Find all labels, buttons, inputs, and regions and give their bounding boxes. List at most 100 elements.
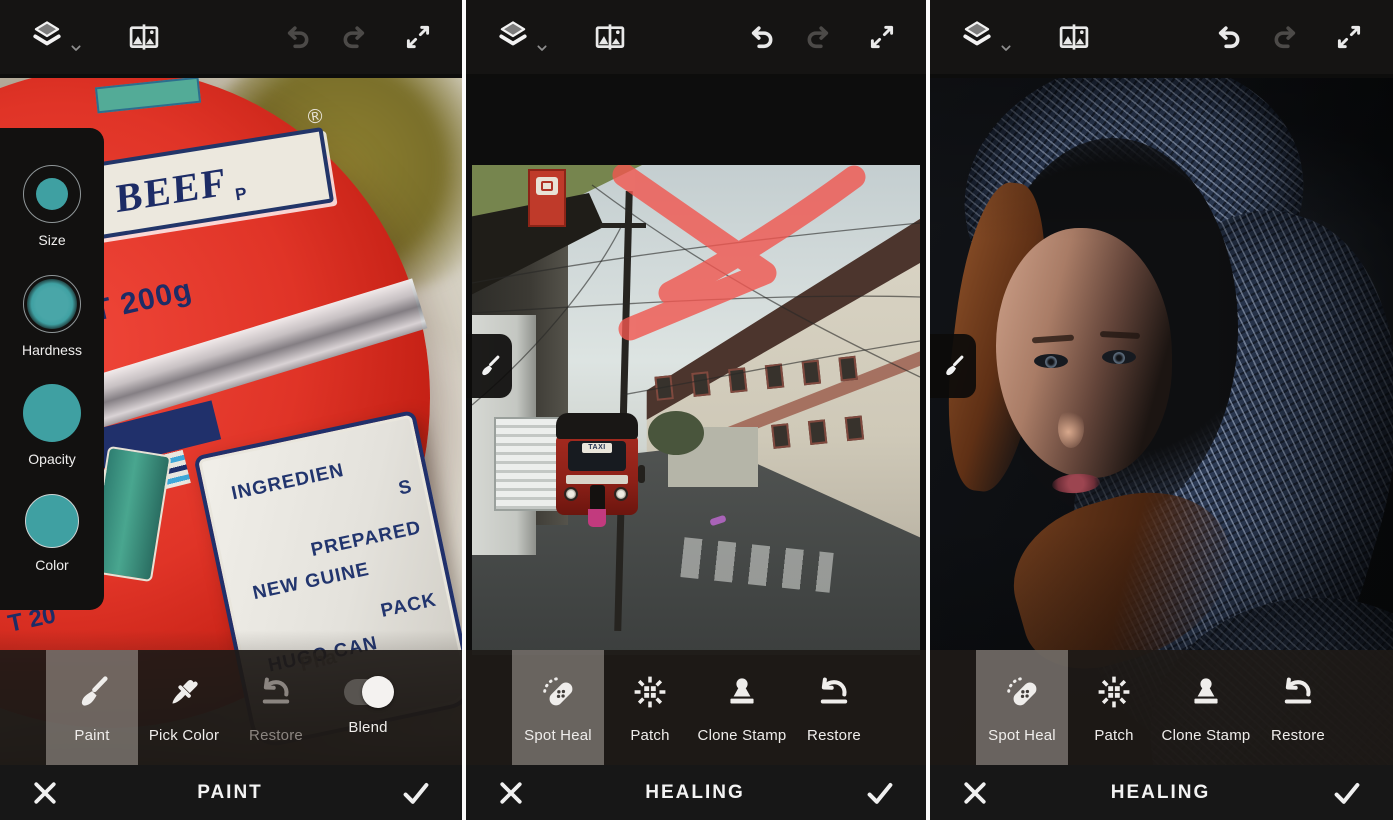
photoshop-express-app: ® BEEF P T 200g M® INGREDIEN S PREPARED … (0, 0, 1393, 820)
apply-button[interactable] (400, 777, 432, 809)
brush-hardness-control[interactable]: Hardness (22, 275, 82, 358)
undo-icon (744, 21, 777, 54)
panel-healing-portrait: Spot Heal Patch Clone Stamp Restore HEAL… (930, 0, 1393, 820)
redo-button[interactable] (339, 21, 372, 54)
check-icon (1331, 777, 1363, 809)
layers-icon (494, 18, 532, 56)
undo-button[interactable] (280, 21, 313, 54)
size-ring (23, 165, 81, 223)
brush-opacity-control[interactable]: Opacity (23, 384, 81, 467)
undo-icon (1211, 21, 1244, 54)
apply-button[interactable] (1331, 777, 1363, 809)
tool-spot-heal[interactable]: Spot Heal (512, 650, 604, 765)
redo-button[interactable] (1270, 21, 1303, 54)
hardness-dot (27, 279, 77, 329)
tool-clone-stamp[interactable]: Clone Stamp (696, 650, 788, 765)
before-after-icon (126, 19, 162, 55)
restore-icon (1277, 671, 1319, 713)
restore-icon (813, 671, 855, 713)
tool-clone-stamp[interactable]: Clone Stamp (1160, 650, 1252, 765)
redo-icon (1270, 21, 1303, 54)
mode-title: PAINT (60, 782, 400, 804)
redo-button[interactable] (803, 21, 836, 54)
size-label: Size (38, 232, 65, 248)
blend-toggle[interactable] (344, 679, 392, 705)
mode-title: HEALING (990, 782, 1331, 804)
before-after-button[interactable] (592, 19, 628, 55)
cancel-button[interactable] (496, 778, 526, 808)
undo-button[interactable] (744, 21, 777, 54)
chevron-down-icon (998, 40, 1014, 56)
panel-divider (462, 0, 466, 820)
expand-icon (866, 21, 898, 53)
panel-divider (926, 0, 930, 820)
cancel-button[interactable] (960, 778, 990, 808)
brush-settings-panel: Size Hardness Opacity Color (0, 128, 104, 610)
redo-icon (803, 21, 836, 54)
before-after-icon (592, 19, 628, 55)
brush-size-control[interactable]: Size (23, 165, 81, 248)
check-icon (864, 777, 896, 809)
tool-label: Restore (1271, 727, 1325, 744)
photo-p-mark: P (234, 184, 248, 206)
tool-patch[interactable]: Patch (604, 650, 696, 765)
paintbrush-icon (939, 352, 967, 380)
fullscreen-button[interactable] (402, 21, 434, 53)
before-after-button[interactable] (1056, 19, 1092, 55)
tool-spot-heal[interactable]: Spot Heal (976, 650, 1068, 765)
tool-label: Restore (249, 727, 303, 744)
street-photo: TAXI (472, 165, 920, 655)
brush-settings-tab[interactable] (930, 334, 976, 398)
tool-label: Pick Color (149, 727, 219, 744)
close-icon (960, 778, 990, 808)
color-label: Color (35, 557, 68, 573)
healing-tools-bar: Spot Heal Patch Clone Stamp Restore (930, 650, 1393, 765)
size-dot (36, 178, 68, 210)
tool-restore[interactable]: Restore (1252, 650, 1344, 765)
tool-restore[interactable]: Restore (230, 650, 322, 765)
tool-label: Paint (74, 727, 109, 744)
before-after-button[interactable] (126, 19, 162, 55)
hardness-ring (23, 275, 81, 333)
spot-heal-icon (1001, 671, 1043, 713)
brush-settings-tab[interactable] (466, 334, 512, 398)
cancel-button[interactable] (30, 778, 60, 808)
chevron-down-icon (68, 40, 84, 56)
top-toolbar (930, 0, 1393, 78)
restore-icon (255, 671, 297, 713)
tool-patch[interactable]: Patch (1068, 650, 1160, 765)
eyedropper-icon (163, 671, 205, 713)
layers-icon (28, 18, 66, 56)
brush-color-control[interactable]: Color (25, 494, 79, 573)
hardness-label: Hardness (22, 342, 82, 358)
undo-button[interactable] (1211, 21, 1244, 54)
tool-label: Clone Stamp (698, 727, 787, 744)
tool-paint[interactable]: Paint (46, 650, 138, 765)
check-icon (400, 777, 432, 809)
tool-label: Restore (807, 727, 861, 744)
apply-button[interactable] (864, 777, 896, 809)
tool-label: Spot Heal (524, 727, 592, 744)
panel-healing-street: TAXI (466, 0, 926, 820)
layers-button[interactable] (958, 18, 1014, 56)
tool-label: Blend (348, 719, 387, 736)
tool-blend[interactable]: Blend (322, 650, 414, 765)
tool-pick-color[interactable]: Pick Color (138, 650, 230, 765)
expand-icon (402, 21, 434, 53)
paint-scribble-overlay (472, 165, 920, 655)
close-icon (30, 778, 60, 808)
chevron-down-icon (534, 40, 550, 56)
color-dot (25, 494, 79, 548)
healing-tools-bar: Spot Heal Patch Clone Stamp Restore (466, 650, 926, 765)
before-after-icon (1056, 19, 1092, 55)
spot-heal-icon (537, 671, 579, 713)
layers-button[interactable] (494, 18, 550, 56)
clone-stamp-icon (721, 671, 763, 713)
patch-icon (629, 671, 671, 713)
top-toolbar (0, 0, 462, 78)
tool-restore[interactable]: Restore (788, 650, 880, 765)
layers-button[interactable] (28, 18, 84, 56)
fullscreen-button[interactable] (1333, 21, 1365, 53)
panel-paint: ® BEEF P T 200g M® INGREDIEN S PREPARED … (0, 0, 462, 820)
fullscreen-button[interactable] (866, 21, 898, 53)
